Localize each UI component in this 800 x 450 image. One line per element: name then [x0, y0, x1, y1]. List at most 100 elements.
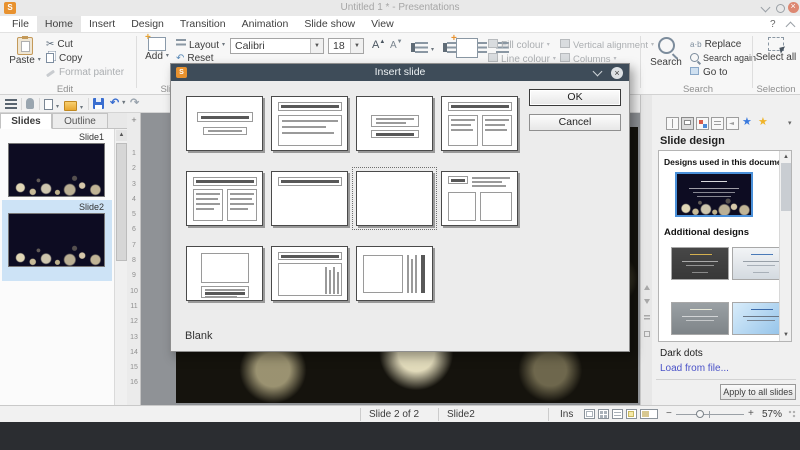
layout-option-vertical-title-vertical-text[interactable]	[356, 246, 433, 301]
vertical-alignment-icon	[560, 39, 570, 48]
load-from-file-link[interactable]: Load from file...	[660, 363, 729, 374]
layout-option-title-only[interactable]	[271, 171, 348, 226]
redo-button[interactable]: ↷	[130, 96, 139, 109]
cut-button[interactable]: Cut	[46, 39, 73, 50]
menu-slideshow[interactable]: Slide show	[296, 16, 363, 32]
zoom-level[interactable]: 57%	[762, 409, 782, 420]
add-slide-button[interactable]: + Add	[142, 32, 172, 62]
sidebar-navigator-icon[interactable]	[726, 117, 739, 130]
sidebar-slide-design-icon[interactable]	[681, 117, 694, 130]
view-notes-icon[interactable]	[612, 409, 623, 419]
grow-font-button[interactable]: A▲	[372, 39, 385, 51]
cancel-button[interactable]: Cancel	[529, 114, 621, 131]
tab-outline[interactable]: Outline	[52, 113, 108, 129]
zoom-in-icon[interactable]: +	[748, 408, 754, 419]
hamburger-menu-icon[interactable]	[5, 99, 17, 109]
sidebar-gallery-icon[interactable]	[696, 117, 709, 130]
zoom-out-icon[interactable]: −	[666, 408, 672, 419]
replace-button[interactable]: a·b Replace	[690, 39, 741, 50]
font-name-select[interactable]: Calibri ▼	[230, 38, 324, 54]
format-painter-button[interactable]: Format painter	[45, 67, 124, 78]
help-icon[interactable]: ?	[770, 19, 776, 30]
layout-option-title-two-column-text[interactable]	[186, 171, 263, 226]
tab-slides[interactable]: Slides	[0, 113, 52, 129]
view-sorter-icon[interactable]	[598, 409, 609, 419]
search-again-icon	[690, 53, 699, 62]
menu-design[interactable]: Design	[123, 16, 172, 32]
layout-option-title-two-content[interactable]	[441, 96, 518, 151]
menu-animation[interactable]: Animation	[234, 16, 297, 32]
scroll-up-icon[interactable]: ▲	[781, 152, 791, 162]
search-icon	[657, 37, 675, 54]
undo-button[interactable]: ↶	[110, 96, 125, 109]
go-to-button[interactable]: Go to	[690, 67, 727, 78]
sidebar-properties-icon[interactable]	[666, 117, 679, 130]
star-blue-icon[interactable]: ★	[742, 116, 752, 129]
search-button[interactable]: Search	[646, 37, 686, 68]
view-normal-icon[interactable]	[584, 409, 595, 419]
font-size-select[interactable]: 18 ▼	[328, 38, 364, 54]
resize-grip[interactable]	[788, 410, 796, 418]
view-master-icon[interactable]	[640, 409, 658, 419]
menu-view[interactable]: View	[363, 16, 402, 32]
touch-mode-icon[interactable]	[26, 98, 34, 109]
insert-shape-plus-icon: +	[451, 33, 457, 44]
slide1-thumbnail[interactable]	[8, 143, 105, 197]
paste-button[interactable]: Paste	[8, 36, 42, 66]
zoom-slider-track[interactable]	[676, 414, 744, 415]
layout-option-title-content[interactable]	[271, 96, 348, 151]
sidebar-animation-icon[interactable]	[711, 117, 724, 130]
font-size-dropdown-icon[interactable]: ▼	[350, 39, 363, 53]
rail-panel-icon[interactable]	[644, 331, 650, 337]
layout-option-title-vertical-text[interactable]	[271, 246, 348, 301]
bullets-button[interactable]	[410, 40, 434, 58]
design-thumbnail-dark[interactable]	[671, 247, 729, 280]
design-thumbnail-gray[interactable]	[671, 302, 729, 335]
sidebar-more-icon[interactable]: ▾	[788, 119, 792, 127]
menu-home[interactable]: Home	[36, 16, 81, 32]
design-current-thumbnail[interactable]	[675, 172, 753, 217]
search-again-button[interactable]: Search again	[690, 53, 756, 63]
layout-option-blank[interactable]	[352, 167, 437, 230]
scrollbar-thumb[interactable]	[116, 143, 127, 261]
view-handout-icon[interactable]	[626, 409, 637, 419]
shrink-font-button[interactable]: A▼	[390, 39, 403, 51]
copy-button[interactable]: Copy	[46, 53, 82, 64]
zoom-slider-handle[interactable]	[696, 410, 704, 418]
desktop: S Untitled 1 * - Presentations File Home…	[0, 0, 800, 450]
status-separator	[438, 408, 439, 421]
star-yellow-icon[interactable]: ★	[758, 116, 768, 129]
design-listbox-scrollbar[interactable]: ▲ ▼	[779, 151, 791, 341]
dialog-titlebar[interactable]: S Insert slide ×	[171, 64, 629, 81]
statusbar: Slide 2 of 2 Slide2 Ins − + 57%	[0, 405, 800, 422]
sidebar-divider	[656, 379, 796, 380]
ok-button[interactable]: OK	[529, 89, 621, 106]
layout-option-title-subtitle[interactable]	[186, 96, 263, 151]
insert-mode-indicator[interactable]: Ins	[560, 409, 573, 420]
layout-option-content-over-title[interactable]	[186, 246, 263, 301]
slides-panel-scrollbar[interactable]: ▲	[114, 129, 127, 405]
fill-colour-button[interactable]: Fill colour	[488, 39, 550, 51]
scroll-up-icon[interactable]: ▲	[116, 130, 127, 141]
menu-insert[interactable]: Insert	[81, 16, 123, 32]
menu-transition[interactable]: Transition	[172, 16, 234, 32]
save-icon[interactable]	[93, 98, 104, 109]
rail-down-icon[interactable]	[644, 299, 650, 304]
layout-option-centered-text[interactable]	[356, 96, 433, 151]
layout-button[interactable]: Layout	[176, 39, 225, 51]
layout-option-side-title-content[interactable]	[441, 171, 518, 226]
slide2-thumbnail[interactable]	[8, 213, 105, 267]
rail-up-icon[interactable]	[644, 285, 650, 290]
apply-to-all-slides-button[interactable]: Apply to all slides	[720, 384, 796, 400]
search-group-label: Search	[682, 84, 714, 95]
menu-file[interactable]: File	[4, 16, 37, 32]
close-icon[interactable]	[788, 1, 799, 13]
select-all-button[interactable]: Select all	[754, 37, 798, 63]
font-name-dropdown-icon[interactable]: ▼	[310, 39, 323, 53]
insert-shape-button[interactable]: +	[451, 33, 478, 58]
maximize-icon[interactable]	[776, 4, 785, 13]
dialog-close-icon[interactable]: ×	[611, 66, 623, 79]
scroll-down-icon[interactable]: ▼	[781, 330, 791, 340]
rail-menu-icon[interactable]	[644, 315, 650, 321]
scrollbar-thumb[interactable]	[781, 163, 791, 211]
